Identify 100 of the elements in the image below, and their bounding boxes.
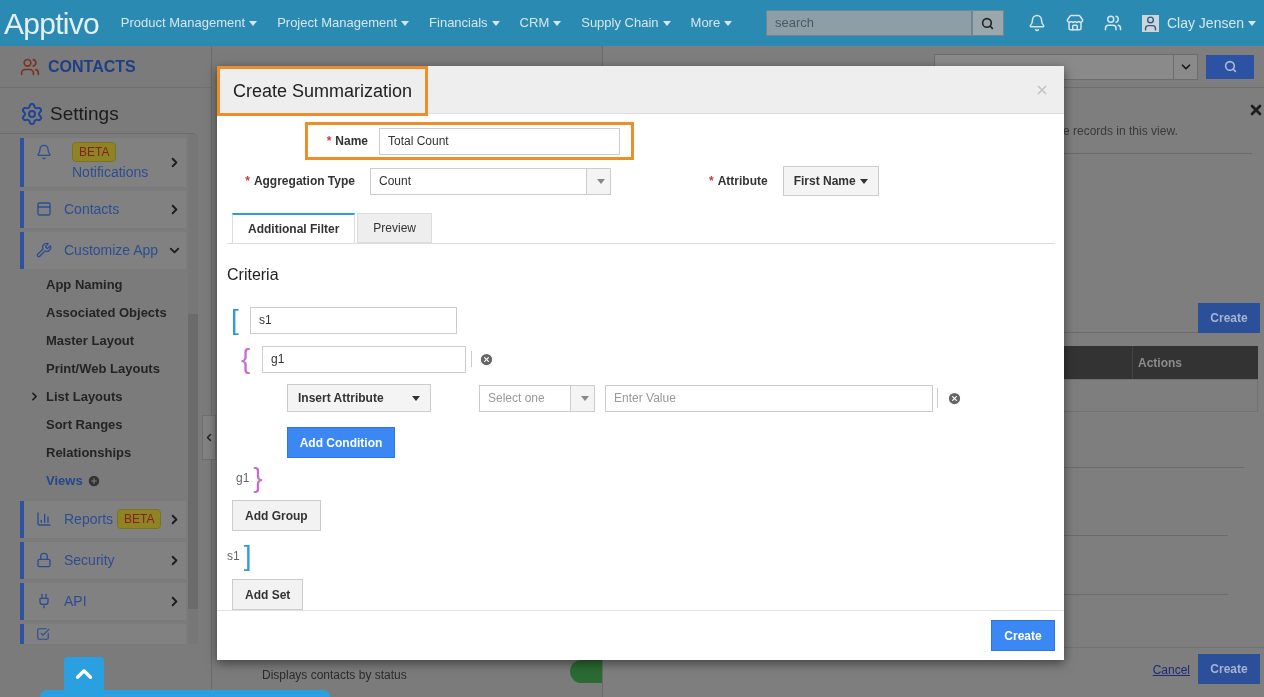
sidebar-subitem[interactable]: Views [46,470,83,491]
list-item-description: Displays contacts by status [262,667,407,684]
sidebar-item[interactable]: Customize App [20,231,186,269]
remove-icon[interactable] [479,351,494,367]
sidebar-subitem[interactable]: App Naming [46,274,123,295]
field-label: * Name [325,133,368,150]
sidebar-item[interactable]: BETA Notifications [20,137,186,187]
value-field[interactable]: Enter Value [605,384,933,412]
name-field[interactable]: Total Count [379,127,620,155]
search-field[interactable]: search [765,10,972,36]
caret-icon [412,395,420,401]
set-end-label: s1 [227,548,240,565]
store-icon[interactable] [1065,14,1084,32]
settings-icon [20,102,44,127]
tools-icon [36,242,52,258]
sidebar-subitem[interactable]: Associated Objects [46,302,167,323]
caret-icon [662,20,671,26]
item-label: Contacts [64,199,120,219]
group-name-field[interactable]: g1 [262,345,466,373]
sidebar-item[interactable]: Reports BETA [20,500,186,538]
caret-icon [401,20,410,26]
sidebar-item[interactable]: API [20,582,186,620]
toggle-switch[interactable] [570,660,602,683]
dialog-title: Create Summarization [217,66,429,116]
search-button[interactable] [1206,54,1254,79]
sidebar-subitem[interactable]: Master Layout [46,330,135,351]
user-menu[interactable]: Clay Jensen [1166,12,1256,34]
column-header: Actions [1132,346,1258,379]
sidebar-item[interactable]: Contacts [20,190,186,228]
required-marker: * [245,174,250,188]
nav-menu[interactable]: CRM [509,13,572,33]
search-icon [1223,60,1237,73]
window-icon [36,201,52,217]
tab[interactable]: Additional Filter [232,213,356,243]
add-icon[interactable] [86,473,101,488]
set-name-field[interactable]: s1 [250,306,457,334]
caret-icon [1248,20,1256,26]
caret-icon [553,20,562,26]
set-bracket: [ [230,306,240,334]
group-end-label: g1 [236,470,250,487]
sidebar-subitem[interactable]: List Layouts [46,386,123,407]
scroll-up-button[interactable] [64,657,104,691]
chart-icon [36,511,52,527]
bell-icon[interactable] [1027,14,1046,32]
sidebar-subitem[interactable]: Sort Ranges [46,414,123,435]
create-button[interactable]: Create [1198,303,1260,333]
settings-title: Settings [50,102,119,126]
sidebar-item[interactable] [20,623,186,644]
attribute-dropdown[interactable]: First Name [782,166,879,196]
nav-menu[interactable]: More [680,13,743,33]
remove-icon[interactable] [947,390,962,406]
collapse-handle[interactable] [202,415,216,460]
item-label: Reports [64,509,114,529]
group-brace: { [240,345,252,373]
required-marker: * [326,134,332,148]
aggregation-type-select[interactable]: Count [370,167,611,195]
item-label: Notifications [72,162,149,182]
add-condition-button[interactable]: Add Condition [287,427,395,458]
caret-icon [580,395,589,401]
sidebar-item[interactable]: Security [20,541,186,579]
caret-icon [859,178,868,184]
sidebar-subitem[interactable]: Relationships [46,442,132,463]
insert-attribute-dropdown[interactable]: Insert Attribute [287,384,431,412]
bell-icon [36,143,52,160]
close-icon[interactable] [1248,102,1264,118]
people-icon[interactable] [1103,14,1122,32]
nav-menu[interactable]: Financials [419,13,510,33]
create-button[interactable]: Create [1198,654,1260,684]
nav-menu[interactable]: Product Management [110,13,268,33]
lock-icon [36,552,52,568]
add-set-button[interactable]: Add Set [232,579,304,610]
required-marker: * [709,174,714,188]
contacts-icon [20,56,40,77]
add-group-button[interactable]: Add Group [232,500,321,531]
panel-hint: e records in this view. [1063,123,1178,140]
caret-icon [249,20,258,26]
nav-menu[interactable]: Supply Chain [571,13,681,33]
app-logo[interactable]: Apptivo [4,0,99,46]
item-label: Customize App [64,240,159,260]
search-icon [981,16,995,30]
avatar-icon [1141,14,1159,32]
caret-icon [596,178,605,184]
create-button[interactable]: Create [991,620,1055,651]
app-title: CONTACTS [48,56,136,77]
field-label: * Aggregation Type [244,173,355,190]
caret-icon [491,20,500,26]
item-label: Security [64,550,115,570]
sidebar-subitem[interactable]: Print/Web Layouts [46,358,160,379]
item-label: API [64,591,87,611]
search-button[interactable] [971,10,1004,36]
beta-badge: BETA [117,509,162,529]
set-bracket: ] [243,542,252,570]
plug-icon [36,593,52,609]
checkbox-icon [36,626,50,641]
beta-badge: BETA [72,141,117,162]
cancel-link[interactable]: Cancel [1152,661,1190,679]
nav-menu[interactable]: Project Management [267,13,420,33]
operator-select[interactable]: Select one [479,384,595,412]
field-label: * Attribute [709,173,768,190]
tab[interactable]: Preview [357,213,433,243]
